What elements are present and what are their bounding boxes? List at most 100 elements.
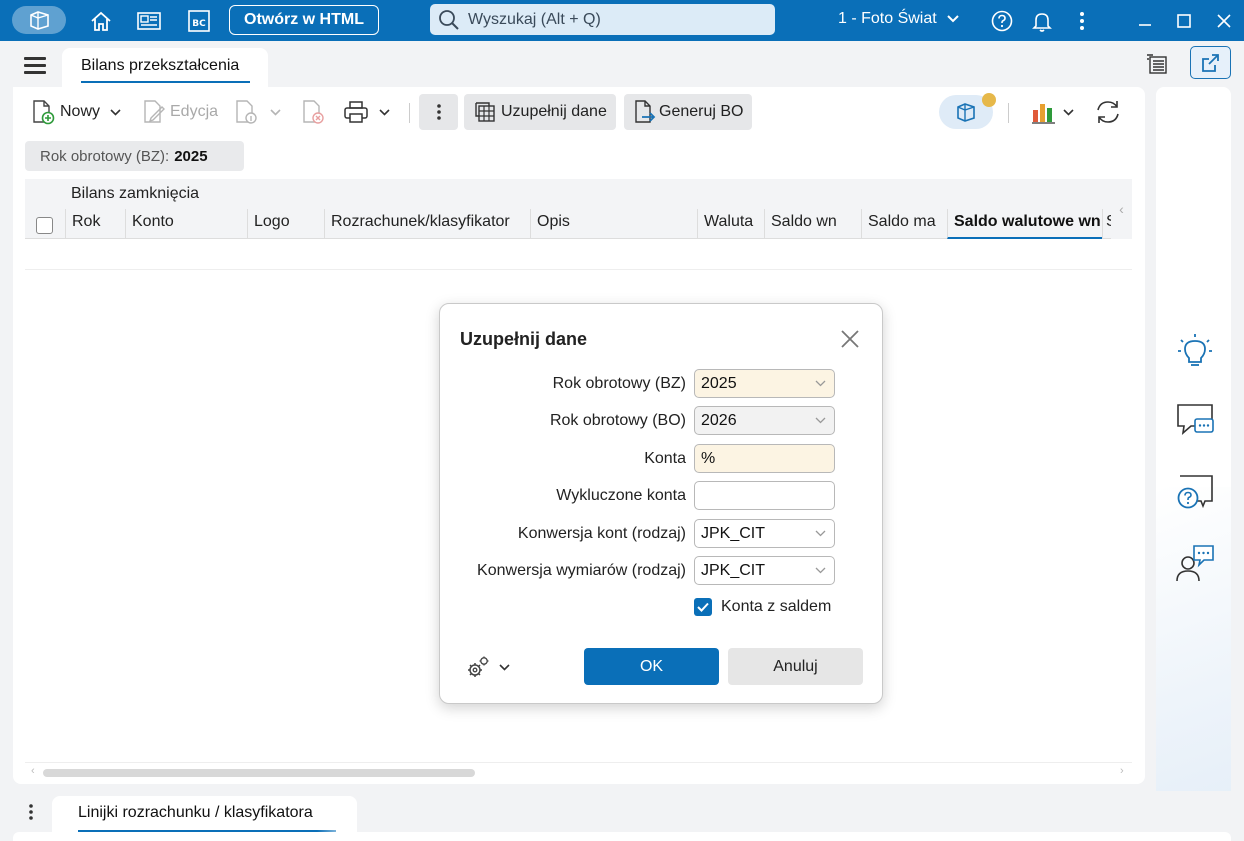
side-panel bbox=[1156, 87, 1231, 827]
document-export-icon bbox=[635, 100, 656, 123]
minimize-icon[interactable] bbox=[1132, 8, 1158, 34]
document-info-icon bbox=[236, 100, 257, 124]
chevron-down-icon[interactable] bbox=[1063, 108, 1074, 116]
tabs-row: Bilans przekształcenia bbox=[0, 41, 1244, 87]
new-button[interactable]: Nowy bbox=[30, 97, 121, 127]
tab-bilans-przeksztalcenia[interactable]: Bilans przekształcenia bbox=[62, 48, 268, 87]
column-header-saldo-walutowe-wn[interactable]: Saldo walutowe wn bbox=[947, 209, 1102, 239]
more-vertical-icon[interactable] bbox=[1069, 8, 1095, 34]
select-all-checkbox[interactable] bbox=[36, 217, 53, 234]
accounts-with-balance-checkbox[interactable] bbox=[694, 598, 712, 616]
field-label: Konwersja wymiarów (rodzaj) bbox=[477, 562, 686, 579]
bottom-tab-label: Linijki rozrachunku / klasyfikatora bbox=[78, 804, 313, 821]
chevron-down-icon bbox=[815, 567, 826, 574]
chevron-left-icon[interactable]: ‹ bbox=[1111, 179, 1132, 239]
checkbox-label: Konta z saldem bbox=[721, 598, 832, 615]
company-selector[interactable]: 1 - Foto Świat bbox=[838, 10, 959, 28]
side-panel-decoration bbox=[1156, 487, 1231, 827]
support-agent-icon[interactable] bbox=[1175, 543, 1215, 583]
business-central-icon[interactable]: BC bbox=[186, 8, 212, 34]
notifications-bell-icon[interactable] bbox=[1029, 8, 1055, 34]
excluded-accounts-input[interactable] bbox=[694, 481, 835, 510]
tab-linijki-rozrachunku[interactable]: Linijki rozrachunku / klasyfikatora bbox=[52, 796, 357, 836]
details-button[interactable] bbox=[234, 97, 281, 127]
help-chat-icon[interactable] bbox=[1175, 473, 1215, 513]
chevron-down-icon bbox=[815, 380, 826, 387]
ok-button[interactable]: OK bbox=[584, 648, 719, 685]
new-label: Nowy bbox=[60, 103, 101, 120]
more-actions-button[interactable] bbox=[419, 94, 458, 130]
column-header-opis[interactable]: Opis bbox=[530, 209, 697, 239]
column-header-rok[interactable]: Rok bbox=[65, 209, 125, 239]
delete-button[interactable] bbox=[301, 97, 327, 127]
column-header-rozrachunek[interactable]: Rozrachunek/klasyfikator bbox=[324, 209, 530, 239]
toolbar-separator bbox=[1008, 103, 1009, 123]
list-view-icon[interactable] bbox=[1145, 53, 1169, 80]
field-row-excluded-accounts: Wykluczone konta bbox=[440, 481, 884, 511]
chevron-down-icon[interactable] bbox=[110, 108, 121, 116]
field-row-account-conversion: Konwersja kont (rodzaj) JPK_CIT bbox=[440, 519, 884, 549]
more-vertical-icon[interactable] bbox=[28, 803, 34, 827]
print-button[interactable] bbox=[343, 97, 390, 127]
scroll-left-icon[interactable]: ‹ bbox=[31, 765, 35, 777]
edit-label: Edycja bbox=[170, 103, 219, 120]
field-row-fiscal-year-bo: Rok obrotowy (BO) 2026 bbox=[440, 406, 884, 436]
fiscal-year-bo-select[interactable]: 2026 bbox=[694, 406, 835, 435]
menu-hamburger-icon[interactable] bbox=[24, 57, 46, 74]
maximize-icon[interactable] bbox=[1171, 8, 1197, 34]
column-header-saldo-ma[interactable]: Saldo ma bbox=[861, 209, 947, 239]
printer-icon bbox=[344, 101, 368, 123]
column-header-waluta[interactable]: Waluta bbox=[697, 209, 764, 239]
filter-label: Rok obrotowy (BZ): bbox=[40, 147, 170, 165]
chevron-down-icon bbox=[815, 417, 826, 424]
close-window-icon[interactable] bbox=[1211, 8, 1237, 34]
grid-group-header: Bilans zamknięcia bbox=[71, 185, 200, 202]
tab-active-indicator bbox=[81, 81, 250, 83]
app-logo-icon[interactable] bbox=[12, 6, 66, 34]
refresh-button[interactable] bbox=[1094, 97, 1122, 127]
field-row-fiscal-year-bz: Rok obrotowy (BZ) 2025 bbox=[440, 369, 884, 399]
share-icon[interactable] bbox=[1190, 46, 1231, 79]
field-value: JPK_CIT bbox=[701, 562, 766, 579]
complete-data-label: Uzupełnij dane bbox=[501, 103, 607, 120]
news-icon[interactable] bbox=[136, 8, 162, 34]
account-conversion-select[interactable]: JPK_CIT bbox=[694, 519, 835, 548]
chevron-down-icon[interactable] bbox=[379, 108, 390, 116]
filter-value: 2025 bbox=[174, 147, 208, 165]
column-header-saldo-wn[interactable]: Saldo wn bbox=[764, 209, 861, 239]
chevron-down-icon[interactable] bbox=[270, 108, 281, 116]
field-row-accounts: Konta % bbox=[440, 444, 884, 474]
accounts-input[interactable]: % bbox=[694, 444, 835, 473]
chat-icon[interactable] bbox=[1175, 400, 1215, 440]
field-label: Rok obrotowy (BZ) bbox=[552, 375, 686, 392]
close-icon[interactable] bbox=[840, 329, 860, 349]
horizontal-scrollbar[interactable] bbox=[43, 769, 475, 777]
table-fill-icon bbox=[475, 102, 495, 122]
grid-header: Bilans zamknięcia Rok Konto Logo Rozrach… bbox=[25, 179, 1132, 239]
edit-button[interactable]: Edycja bbox=[142, 97, 218, 127]
home-icon[interactable] bbox=[88, 8, 114, 34]
fiscal-year-bz-select[interactable]: 2025 bbox=[694, 369, 835, 398]
dialog-settings-button[interactable] bbox=[465, 654, 510, 680]
complete-data-button[interactable]: Uzupełnij dane bbox=[464, 94, 616, 130]
generate-bo-button[interactable]: Generuj BO bbox=[624, 94, 753, 130]
lightbulb-icon[interactable] bbox=[1175, 332, 1215, 372]
search-icon bbox=[439, 9, 459, 30]
column-header-konto[interactable]: Konto bbox=[125, 209, 247, 239]
toolbar-separator bbox=[409, 103, 410, 123]
accounts-with-balance-row: Konta z saldem bbox=[694, 598, 831, 616]
search-box[interactable]: Wyszukaj (Alt + Q) bbox=[430, 4, 775, 35]
dimension-conversion-select[interactable]: JPK_CIT bbox=[694, 556, 835, 585]
chevron-down-icon bbox=[499, 663, 510, 671]
help-icon[interactable] bbox=[989, 8, 1015, 34]
cancel-button[interactable]: Anuluj bbox=[728, 648, 863, 685]
scroll-right-icon[interactable]: › bbox=[1120, 765, 1124, 777]
copilot-button[interactable] bbox=[939, 93, 996, 129]
bar-chart-icon bbox=[1032, 104, 1055, 124]
column-header-partial[interactable]: S bbox=[1102, 209, 1111, 239]
open-in-html-button[interactable]: Otwórz w HTML bbox=[229, 5, 379, 35]
analysis-button[interactable] bbox=[1031, 97, 1074, 127]
filter-chip-fiscal-year[interactable]: Rok obrotowy (BZ): 2025 bbox=[25, 141, 244, 171]
column-header-logo[interactable]: Logo bbox=[247, 209, 324, 239]
field-row-dimension-conversion: Konwersja wymiarów (rodzaj) JPK_CIT bbox=[440, 556, 884, 586]
